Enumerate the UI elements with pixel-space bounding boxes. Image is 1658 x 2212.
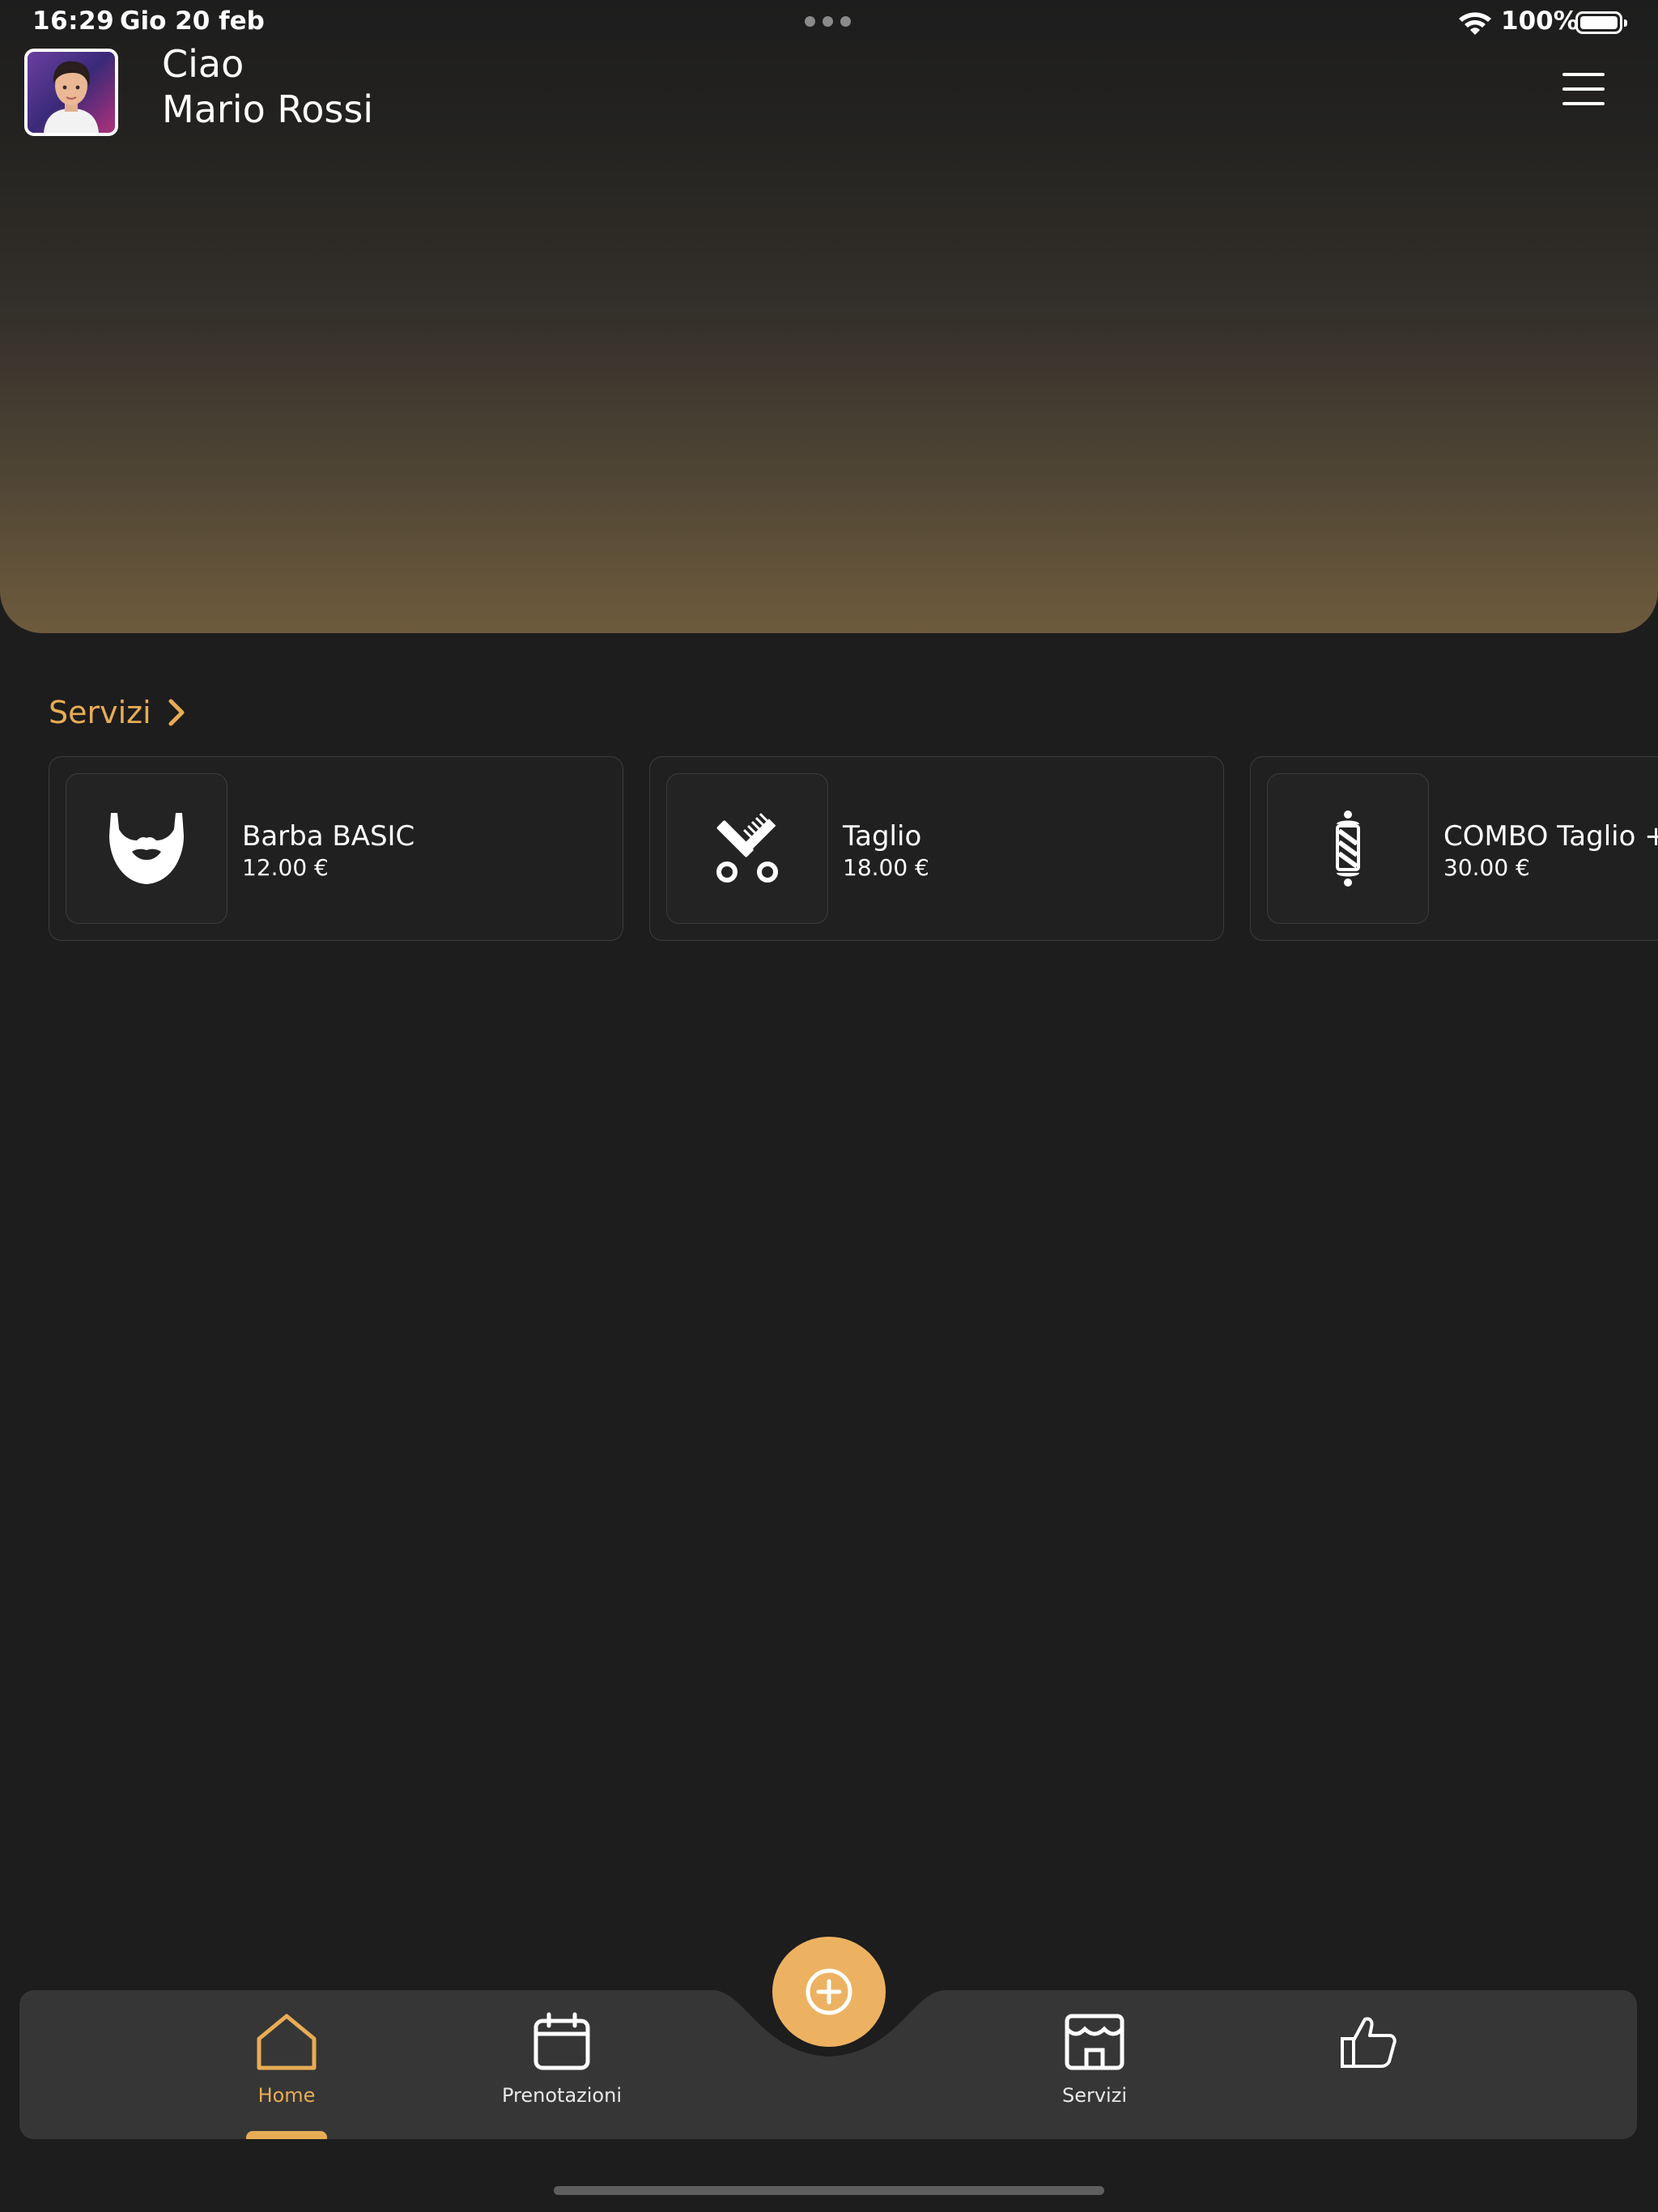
add-booking-button[interactable] bbox=[772, 1937, 886, 2047]
thumbs-up-icon bbox=[1341, 2017, 1397, 2068]
shop-icon bbox=[1065, 2014, 1124, 2070]
nav-label-prenotazioni: Prenotazioni bbox=[502, 2084, 622, 2107]
service-name: COMBO Taglio + bbox=[1443, 820, 1658, 853]
battery-percentage: 100% bbox=[1501, 6, 1579, 36]
service-icon-box bbox=[666, 773, 828, 924]
hamburger-menu-icon[interactable] bbox=[1562, 73, 1605, 105]
services-carousel[interactable]: Barba BASIC 12.00 € Taglio 18.00 € COMBO… bbox=[49, 756, 1658, 942]
services-section-title: Servizi bbox=[49, 695, 151, 730]
wifi-icon bbox=[1459, 12, 1491, 35]
active-tab-indicator bbox=[246, 2131, 327, 2139]
service-name: Taglio bbox=[843, 820, 922, 853]
status-time: 16:29 bbox=[32, 6, 115, 36]
user-avatar[interactable] bbox=[24, 49, 118, 136]
service-card[interactable]: Barba BASIC 12.00 € bbox=[49, 756, 623, 941]
greeting-text: Ciao bbox=[162, 42, 244, 86]
battery-icon bbox=[1575, 11, 1627, 34]
services-section-link[interactable]: Servizi bbox=[49, 695, 189, 730]
home-icon bbox=[257, 2014, 317, 2070]
service-icon-box bbox=[66, 773, 227, 924]
status-date: Gio 20 feb bbox=[120, 6, 265, 36]
nav-item-prenotazioni[interactable]: Prenotazioni bbox=[473, 2011, 651, 2108]
app-screen: 16:29 Gio 20 feb 100% Ciao Mario Rossi S… bbox=[0, 0, 1658, 2212]
service-card[interactable]: COMBO Taglio + 30.00 € bbox=[1250, 756, 1658, 941]
beard-icon bbox=[109, 813, 184, 884]
home-indicator[interactable] bbox=[554, 2186, 1104, 2195]
avatar-portrait-icon bbox=[44, 61, 99, 133]
nav-label-servizi: Servizi bbox=[1061, 2084, 1127, 2107]
nav-item-home[interactable]: Home bbox=[198, 2011, 376, 2108]
plus-circle-icon bbox=[806, 1968, 852, 2015]
service-name: Barba BASIC bbox=[242, 820, 415, 853]
nav-label-home: Home bbox=[257, 2084, 316, 2107]
service-card[interactable]: Taglio 18.00 € bbox=[649, 756, 1224, 941]
service-icon-box bbox=[1267, 773, 1429, 924]
nav-item-servizi[interactable]: Servizi bbox=[1005, 2011, 1184, 2108]
multitasking-dots-icon[interactable] bbox=[805, 16, 853, 28]
chevron-right-icon bbox=[168, 699, 185, 726]
service-price: 18.00 € bbox=[843, 854, 929, 881]
nav-item-feedback[interactable] bbox=[1279, 2011, 1457, 2108]
barber-pole-icon bbox=[1336, 810, 1360, 887]
comb-scissors-icon bbox=[716, 813, 778, 883]
user-name: Mario Rossi bbox=[162, 87, 374, 131]
service-price: 12.00 € bbox=[242, 854, 329, 881]
calendar-icon bbox=[534, 2012, 590, 2070]
service-price: 30.00 € bbox=[1443, 854, 1530, 881]
